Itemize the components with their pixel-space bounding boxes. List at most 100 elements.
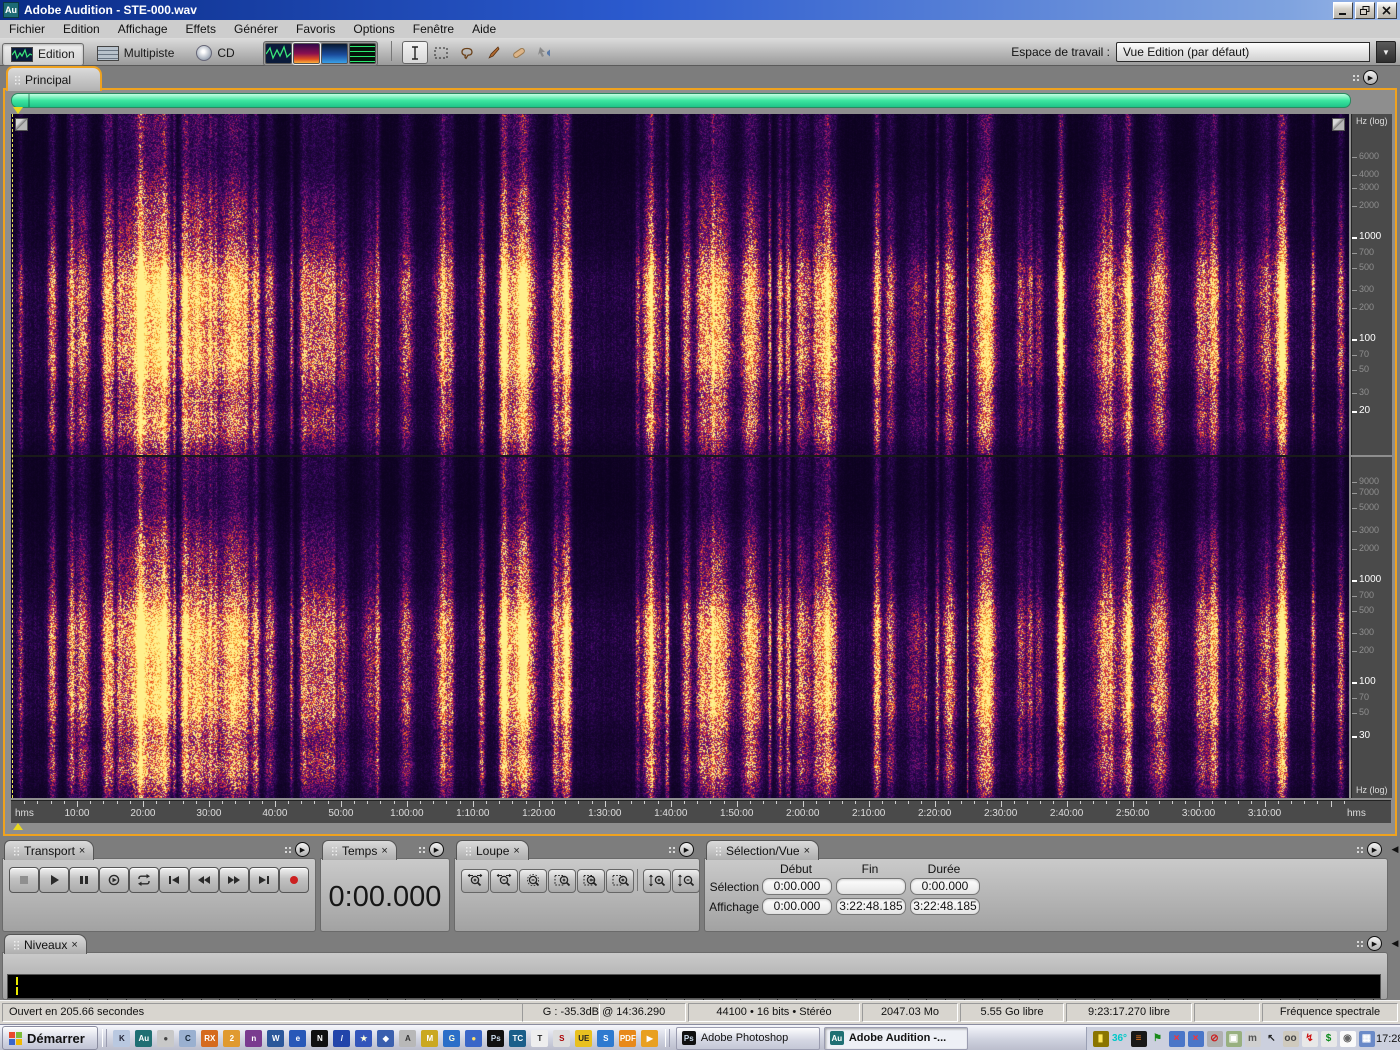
power-alert-tray-icon[interactable]: ↯ <box>1301 1030 1318 1047</box>
zoom-out-horizontal-button[interactable] <box>490 869 518 893</box>
zoom-selection-left-edge-button[interactable] <box>577 869 605 893</box>
diamond-icon[interactable]: ◆ <box>377 1029 395 1047</box>
tab-levels[interactable]: Niveaux × <box>4 934 87 954</box>
media-player-orb-icon[interactable]: ▶ <box>641 1029 659 1047</box>
edit-view-button[interactable]: Edition <box>2 42 84 66</box>
globe-icon[interactable]: G <box>443 1029 461 1047</box>
go-to-beginning-button[interactable] <box>159 867 189 893</box>
disk-tray-icon[interactable]: ▣ <box>1225 1030 1242 1047</box>
rewind-button[interactable] <box>189 867 219 893</box>
level-meter[interactable] <box>7 974 1381 999</box>
selection-panel-menu-button[interactable]: ▶ <box>1356 842 1382 857</box>
pause-button[interactable] <box>69 867 99 893</box>
flag-tray-icon[interactable]: ⚑ <box>1150 1031 1166 1047</box>
cpu-meter-tray-icon[interactable]: ≡ <box>1130 1030 1147 1047</box>
menu-options[interactable]: Options <box>344 20 403 38</box>
zoom-panel-menu-button[interactable]: ▶ <box>668 842 694 857</box>
blocked-device-tray-icon[interactable]: ⊘ <box>1206 1030 1223 1047</box>
close-icon[interactable]: × <box>71 939 77 950</box>
zoom-in-vertical-button[interactable] <box>643 869 671 893</box>
selection-debut-field[interactable]: 0:00.000 <box>762 878 832 895</box>
scrub-tool-button[interactable] <box>532 41 558 64</box>
start-button[interactable]: Démarrer <box>2 1026 98 1050</box>
record-button[interactable] <box>279 867 309 893</box>
volume-meter-tray-icon[interactable]: ▮ <box>1092 1030 1109 1047</box>
loop-button[interactable] <box>129 867 159 893</box>
affichage-debut-field[interactable]: 0:00.000 <box>762 898 832 915</box>
menu-affichage[interactable]: Affichage <box>109 20 177 38</box>
zoom-out-full-button[interactable] <box>519 869 547 893</box>
ue-icon[interactable]: UE <box>575 1029 593 1047</box>
frequency-ruler-right-channel[interactable]: Hz (log) 9000 7000 5000 3000 2000 1000 700 500 30… <box>1351 457 1392 798</box>
playhead-line[interactable] <box>12 114 13 798</box>
principal-panel-menu-button[interactable]: ▶ <box>1352 70 1378 85</box>
zoom-to-selection-button[interactable] <box>548 869 576 893</box>
tab-time[interactable]: Temps × <box>322 840 397 860</box>
workspace-dropdown-arrow-icon[interactable]: ▼ <box>1376 41 1396 63</box>
spectral-pan-display-button[interactable] <box>321 43 349 64</box>
play-button[interactable] <box>39 867 69 893</box>
close-button[interactable] <box>1377 2 1397 19</box>
calculator-icon[interactable]: C <box>179 1029 197 1047</box>
cursor-tray-icon[interactable]: ↖ <box>1264 1031 1280 1047</box>
close-icon[interactable]: × <box>381 845 387 856</box>
spot-healing-brush-tool-button[interactable] <box>506 41 532 64</box>
spectrogram-left-channel[interactable] <box>11 114 1349 455</box>
media-icon[interactable]: M <box>421 1029 439 1047</box>
network-disabled-tray-icon[interactable]: × <box>1168 1030 1185 1047</box>
multitrack-view-button[interactable]: Multipiste <box>88 42 184 65</box>
scanner-tray-icon[interactable]: m <box>1244 1030 1261 1047</box>
audition-quicklaunch-icon[interactable]: Au <box>135 1029 153 1047</box>
temperature-tray-icon[interactable]: 36° <box>1112 1031 1128 1047</box>
folder-orange-icon[interactable]: 2 <box>223 1029 241 1047</box>
spectral-phase-display-button[interactable] <box>349 43 377 64</box>
sbp-icon[interactable]: S <box>553 1029 571 1047</box>
photo-viewer-icon[interactable]: N <box>311 1029 329 1047</box>
task-adobe-audition[interactable]: Au Adobe Audition -... <box>823 1026 968 1050</box>
cd-view-button[interactable]: CD <box>187 41 243 64</box>
affichage-duree-field[interactable]: 3:22:48.185 <box>910 898 980 915</box>
go-to-end-button[interactable] <box>249 867 279 893</box>
menu-generer[interactable]: Générer <box>225 20 287 38</box>
pdf-icon[interactable]: PDF <box>619 1029 637 1047</box>
clock-app-icon[interactable]: T <box>531 1029 549 1047</box>
stop-button[interactable] <box>9 867 39 893</box>
levels-panel-menu-button[interactable]: ▶ <box>1356 936 1382 951</box>
affichage-fin-field[interactable]: 3:22:48.185 <box>836 898 906 915</box>
tab-selection-view[interactable]: Sélection/Vue × <box>706 840 820 860</box>
zoom-out-vertical-button[interactable] <box>672 869 700 893</box>
wand-tool-icon[interactable]: / <box>333 1029 351 1047</box>
dock-scroll-left-button[interactable]: ◀ <box>1390 843 1400 855</box>
photoshop-quicklaunch-icon[interactable]: Ps <box>487 1029 505 1047</box>
close-icon[interactable]: × <box>513 845 519 856</box>
close-icon[interactable]: × <box>804 845 810 856</box>
spectrogram-right-channel[interactable] <box>11 457 1349 798</box>
dock-scroll-left-button-2[interactable]: ◀ <box>1390 937 1400 949</box>
close-icon[interactable]: × <box>79 845 85 856</box>
playhead-marker-bottom[interactable] <box>13 823 23 830</box>
tab-zoom[interactable]: Loupe × <box>456 840 529 860</box>
task-adobe-photoshop[interactable]: Ps Adobe Photoshop <box>675 1026 820 1050</box>
spectral-frequency-display-button[interactable] <box>292 42 322 65</box>
horizontal-scrollbar[interactable] <box>11 93 1351 108</box>
time-selection-tool-button[interactable] <box>401 41 428 64</box>
messenger-icon[interactable]: S <box>597 1029 615 1047</box>
modem-tray-icon[interactable]: oo <box>1282 1030 1299 1047</box>
time-ruler[interactable]: hms hms 10:00 20:00 30:00 40:00 50:00 1:00:00 1:… <box>11 800 1391 823</box>
truecrypt-icon[interactable]: TC <box>509 1029 527 1047</box>
menu-effets[interactable]: Effets <box>177 20 225 38</box>
menu-aide[interactable]: Aide <box>463 20 505 38</box>
currency-tray-icon[interactable]: $ <box>1320 1030 1337 1047</box>
frequency-ruler-left-channel[interactable]: Hz (log) 6000 4000 3000 2000 1000 700 500 300 200… <box>1351 114 1392 455</box>
marquee-selection-tool-button[interactable] <box>428 41 454 64</box>
waveform-display-button[interactable] <box>265 43 293 64</box>
transport-panel-menu-button[interactable]: ▶ <box>284 842 310 857</box>
restore-button[interactable] <box>1355 2 1375 19</box>
sphere-icon[interactable]: ● <box>465 1029 483 1047</box>
zoom-selection-right-edge-button[interactable] <box>606 869 634 893</box>
effects-paintbrush-tool-button[interactable] <box>480 41 506 64</box>
workspace-select[interactable]: Vue Edition (par défaut) <box>1116 42 1370 62</box>
folder-tray-icon[interactable]: ▦ <box>1358 1030 1375 1047</box>
menu-edition[interactable]: Edition <box>54 20 109 38</box>
playhead-marker-top[interactable] <box>13 107 23 114</box>
